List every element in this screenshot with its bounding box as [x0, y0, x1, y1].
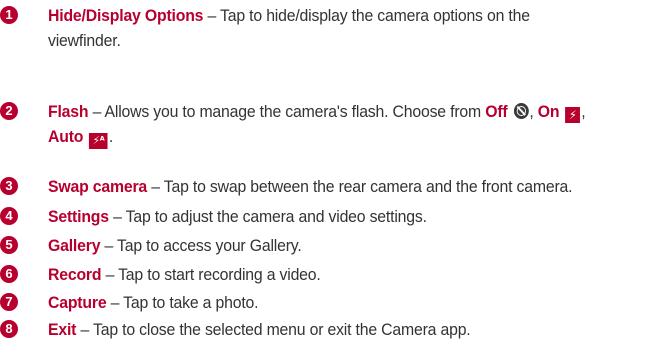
item-term: Flash	[48, 102, 89, 121]
item-text: Hide/Display Options – Tap to hide/displ…	[48, 3, 623, 53]
item-term: Capture	[48, 293, 107, 312]
flash-auto-icon: ⚡ᴬ	[89, 133, 108, 149]
item-text: Gallery – Tap to access your Gallery.	[48, 233, 623, 258]
item-text: Swap camera – Tap to swap between the re…	[48, 174, 623, 199]
item-term: Settings	[48, 207, 109, 226]
item-description-continued: viewfinder.	[48, 31, 121, 50]
item-description: – Allows you to manage the camera's flas…	[88, 102, 486, 121]
item-number-badge: 1	[0, 6, 18, 24]
flash-off-icon	[513, 103, 529, 119]
flash-option-off-label: Off	[485, 102, 508, 121]
item-description-end: .	[108, 127, 114, 146]
flash-option-on-label: On	[537, 102, 560, 121]
item-number-badge: 4	[0, 207, 18, 225]
item-description: – Tap to take a photo.	[106, 293, 259, 312]
item-number-badge: 3	[0, 177, 18, 195]
item-number-badge: 8	[0, 320, 18, 338]
item-text: Capture – Tap to take a photo.	[48, 290, 623, 315]
item-number-badge: 2	[0, 102, 18, 120]
item-number-badge: 6	[0, 265, 18, 283]
item-description: – Tap to swap between the rear camera an…	[147, 177, 573, 196]
item-description: – Tap to close the selected menu or exit…	[76, 320, 471, 339]
flash-on-icon: ⚡	[565, 107, 581, 123]
separator-text: ,	[581, 102, 586, 121]
item-term: Record	[48, 265, 102, 284]
item-term: Gallery	[48, 236, 101, 255]
flash-option-auto-label: Auto	[48, 127, 84, 146]
item-text: Settings – Tap to adjust the camera and …	[48, 204, 623, 229]
item-number-badge: 5	[0, 236, 18, 254]
item-term: Exit	[48, 320, 77, 339]
item-text: Exit – Tap to close the selected menu or…	[48, 317, 623, 342]
item-description: – Tap to access your Gallery.	[100, 236, 302, 255]
item-description: – Tap to start recording a video.	[101, 265, 321, 284]
item-text: Flash – Allows you to manage the camera'…	[48, 99, 623, 149]
item-term: Swap camera	[48, 177, 148, 196]
item-term: Hide/Display Options	[48, 6, 204, 25]
item-text: Record – Tap to start recording a video.	[48, 262, 623, 287]
item-number-badge: 7	[0, 293, 18, 311]
item-description: – Tap to adjust the camera and video set…	[108, 207, 427, 226]
separator-text: ,	[529, 102, 538, 121]
item-description: – Tap to hide/display the camera options…	[203, 6, 530, 25]
